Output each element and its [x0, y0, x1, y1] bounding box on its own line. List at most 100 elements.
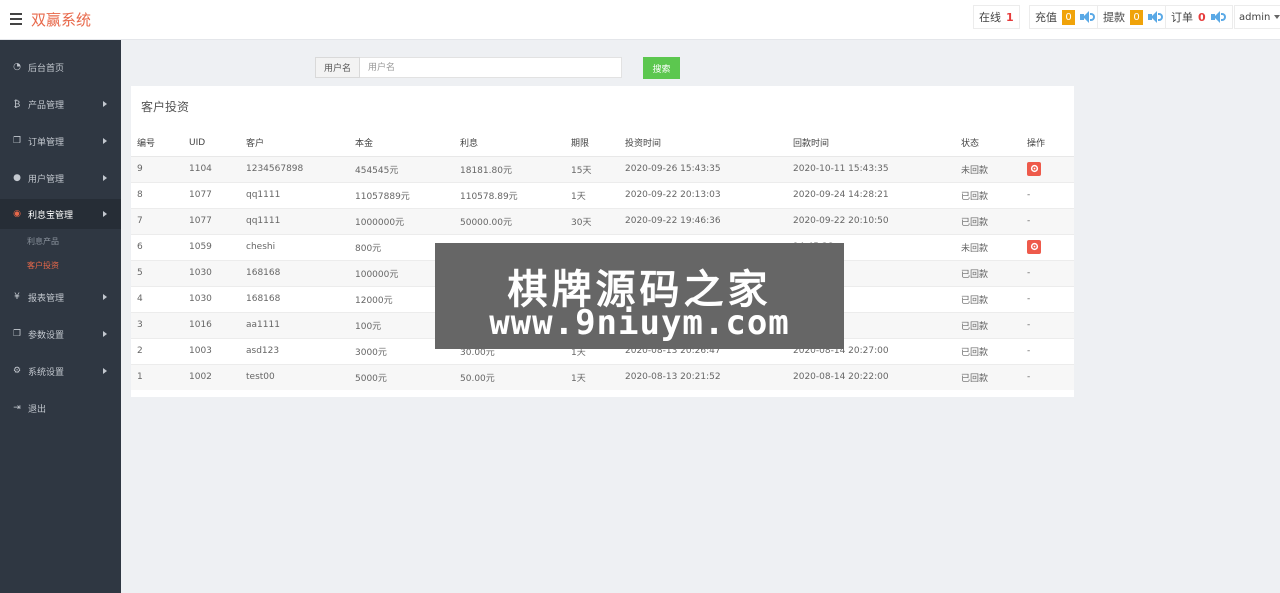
order-label: 订单: [1171, 11, 1193, 24]
table-cell: 1077: [183, 181, 240, 208]
user-menu[interactable]: admin: [1234, 5, 1280, 29]
recharge-status[interactable]: 充值 0: [1029, 5, 1102, 29]
circle-icon: ◉: [13, 209, 21, 219]
table-row: 1 1002 test00 5000元 50.00元 1天 2020-08-13 20:21…: [131, 363, 1074, 390]
table-cell: cheshi: [240, 233, 349, 260]
chevron-right-icon: [103, 138, 107, 144]
chevron-right-icon: [103, 294, 107, 300]
table-header-row: 编号 UID 客户 本金 利息 期限 投资时间 回款时间 状态 操作: [131, 130, 1074, 157]
sidebar-item-label: 报表管理: [28, 293, 65, 304]
panel-title: 客户投资: [141, 100, 190, 114]
table-cell: 50000.00元: [454, 207, 565, 234]
search-group: 用户名: [315, 57, 622, 78]
table-cell: 3: [131, 311, 183, 338]
table-cell: 1234567898: [240, 155, 349, 182]
sidebar-item-system[interactable]: ⚙ 系统设置: [0, 356, 121, 386]
table-cell: 454545元: [349, 155, 454, 182]
username-search-input[interactable]: [360, 57, 622, 78]
user-name: admin: [1239, 11, 1271, 23]
bitcoin-icon: ₿: [13, 99, 21, 110]
sidebar-item-home[interactable]: ◔ 后台首页: [0, 52, 121, 82]
watermark-url: www.9niuym.com: [489, 303, 790, 343]
table-cell: -: [1021, 363, 1074, 390]
table-cell: 11057889元: [349, 181, 454, 208]
sidebar-item-label: 订单管理: [28, 137, 65, 148]
sidebar-item-logout[interactable]: ⇥ 退出: [0, 393, 121, 423]
table-cell: -: [1021, 311, 1074, 338]
table-row: 9 1104 1234567898 454545元 18181.80元 15天 2020-0…: [131, 155, 1074, 182]
sidebar-item-label: 利息宝管理: [28, 210, 74, 221]
speaker-icon[interactable]: [1080, 11, 1096, 23]
column-header: 编号: [131, 130, 183, 157]
order-status[interactable]: 订单 0: [1165, 5, 1233, 29]
sidebar-subitem-interest-products[interactable]: 利息产品: [27, 236, 59, 247]
table-cell: 2020-10-11 15:43:35: [787, 155, 955, 182]
table-cell: 1000000元: [349, 207, 454, 234]
table-cell: 8: [131, 181, 183, 208]
column-header: 操作: [1021, 130, 1074, 157]
online-label: 在线: [979, 11, 1001, 24]
table-cell: 1天: [565, 363, 619, 390]
search-button[interactable]: 搜索: [643, 57, 680, 79]
table-cell: 已回款: [955, 259, 1021, 286]
sidebar-item-users[interactable]: ● 用户管理: [0, 163, 121, 193]
table-cell: 2020-08-14 20:22:00: [787, 363, 955, 390]
table-cell: 2020-08-13 20:21:52: [619, 363, 787, 390]
speaker-icon[interactable]: [1148, 11, 1164, 23]
table-row: 7 1077 qq1111 1000000元 50000.00元 30天 2020-09-2…: [131, 207, 1074, 234]
column-header: 客户: [240, 130, 349, 157]
table-cell: 未回款: [955, 155, 1021, 182]
settle-gear-button[interactable]: [1027, 161, 1041, 176]
table-cell: 7: [131, 207, 183, 234]
chevron-right-icon: [103, 331, 107, 337]
sidebar: ◔ 后台首页 ₿ 产品管理 ❐ 订单管理 ● 用户管理 ◉ 利息宝管理 利息产品…: [0, 40, 121, 593]
settle-gear-button[interactable]: [1027, 239, 1041, 254]
menu-toggle-icon[interactable]: [10, 13, 22, 25]
speaker-icon[interactable]: [1210, 11, 1227, 23]
table-cell: qq1111: [240, 207, 349, 234]
table-cell: 1003: [183, 337, 240, 364]
table-cell: 1: [131, 363, 183, 390]
watermark-overlay: 棋牌源码之家 www.9niuym.com: [435, 243, 844, 349]
gears-icon: ⚙: [12, 366, 22, 376]
table-cell: 2: [131, 337, 183, 364]
table-cell: 1016: [183, 311, 240, 338]
withdraw-label: 提款: [1103, 11, 1125, 24]
column-header: 回款时间: [787, 130, 955, 157]
online-count: 1: [1006, 10, 1014, 24]
online-status[interactable]: 在线 1: [973, 5, 1020, 29]
sidebar-item-reports[interactable]: ¥ 报表管理: [0, 282, 121, 312]
sidebar-item-orders[interactable]: ❐ 订单管理: [0, 126, 121, 156]
table-cell: 1077: [183, 207, 240, 234]
table-cell: 18181.80元: [454, 155, 565, 182]
sidebar-item-label: 系统设置: [28, 367, 65, 378]
table-cell: -: [1021, 337, 1074, 364]
table-cell: 未回款: [955, 233, 1021, 260]
chevron-right-icon: [103, 101, 107, 107]
column-header: 期限: [565, 130, 619, 157]
table-cell: 1002: [183, 363, 240, 390]
sidebar-item-params[interactable]: ❐ 参数设置: [0, 319, 121, 349]
table-cell: 110578.89元: [454, 181, 565, 208]
sidebar-item-interest[interactable]: ◉ 利息宝管理: [0, 199, 121, 229]
table-cell: 1104: [183, 155, 240, 182]
table-cell: 168168: [240, 259, 349, 286]
recharge-label: 充值: [1035, 11, 1057, 24]
withdraw-status[interactable]: 提款 0: [1097, 5, 1170, 29]
table-cell: qq1111: [240, 181, 349, 208]
table-cell: test00: [240, 363, 349, 390]
sign-out-icon: ⇥: [13, 403, 21, 413]
sidebar-item-label: 退出: [28, 404, 47, 415]
table-cell: 已回款: [955, 181, 1021, 208]
table-cell: 已回款: [955, 285, 1021, 312]
yen-icon: ¥: [14, 292, 20, 302]
sidebar-item-products[interactable]: ₿ 产品管理: [0, 89, 121, 119]
table-cell: -: [1021, 207, 1074, 234]
copy-icon: ❐: [12, 136, 22, 146]
table-cell: 已回款: [955, 207, 1021, 234]
column-header: 本金: [349, 130, 454, 157]
chevron-down-icon: [1274, 15, 1280, 19]
sidebar-subitem-customer-investment[interactable]: 客户投资: [27, 260, 59, 271]
table-cell: 2020-09-22 20:13:03: [619, 181, 787, 208]
withdraw-count-badge: 0: [1130, 9, 1143, 25]
